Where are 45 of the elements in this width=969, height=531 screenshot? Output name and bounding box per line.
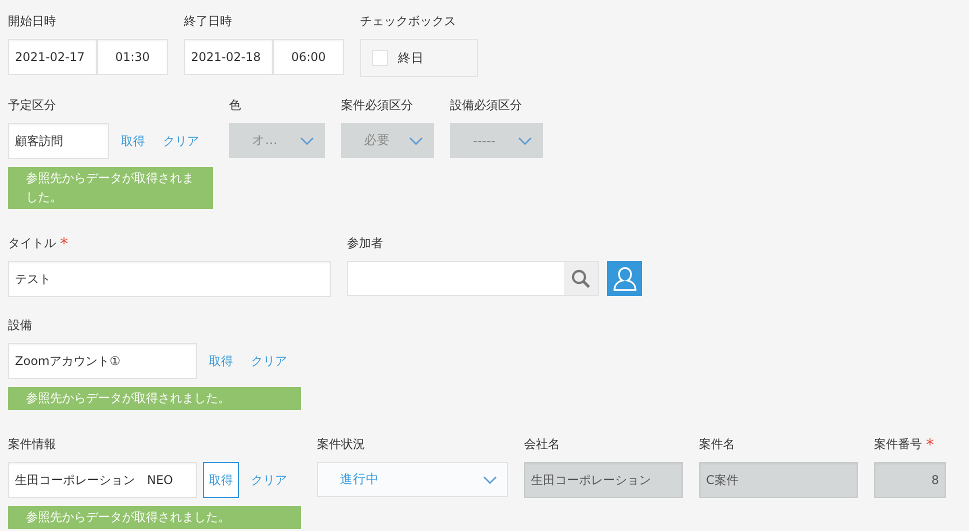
checkbox[interactable] <box>372 50 388 66</box>
lookup-field[interactable]: 生田コーポレーション NEO <box>8 462 197 498</box>
get-button[interactable]: 取得 <box>203 462 239 498</box>
field-label: 参加者 <box>347 234 383 252</box>
required-mark: * <box>926 434 934 454</box>
search-icon[interactable] <box>564 262 598 295</box>
clear-button[interactable]: クリア <box>157 123 205 159</box>
field-label: 終了日時 <box>184 12 232 30</box>
chevron-down-icon <box>409 136 423 144</box>
get-button[interactable]: 取得 <box>115 123 151 159</box>
lookup-field[interactable]: 顧客訪問 <box>8 123 109 159</box>
field-label: チェックボックス <box>360 12 456 30</box>
field-label: 案件状況 <box>317 436 365 452</box>
user-select-button[interactable] <box>607 261 642 296</box>
success-message: 参照先からデータが取得されました。 <box>8 167 213 209</box>
chevron-down-icon <box>518 136 532 144</box>
field-label: 設備必須区分 <box>450 96 522 114</box>
required-mark: * <box>60 234 68 252</box>
field-label: 開始日時 <box>8 12 56 30</box>
user-search-field[interactable] <box>347 261 599 296</box>
field-label: 色 <box>229 96 241 114</box>
time-field[interactable]: 06:00 <box>273 39 344 75</box>
text-field[interactable]: テスト <box>8 261 331 297</box>
success-message: 参照先からデータが取得されました。 <box>8 506 301 529</box>
time-field[interactable]: 01:30 <box>97 39 168 75</box>
date-field[interactable]: 2021-02-17 <box>8 39 97 75</box>
field-label: 案件番号 <box>874 436 922 452</box>
field-label: 案件必須区分 <box>341 96 413 114</box>
person-icon <box>612 266 636 292</box>
lookup-field[interactable]: Zoomアカウント① <box>8 343 197 379</box>
checkbox-label: 終日 <box>398 50 424 66</box>
field-label: 設備 <box>8 316 32 334</box>
chevron-down-icon <box>300 136 314 144</box>
field-label: 案件名 <box>699 436 735 452</box>
field-label: 予定区分 <box>8 96 56 114</box>
field-label: タイトル <box>8 234 56 252</box>
dropdown[interactable]: 進行中 <box>317 462 508 497</box>
date-field[interactable]: 2021-02-18 <box>184 39 273 75</box>
chevron-down-icon <box>483 476 497 484</box>
field-label: 会社名 <box>524 436 560 452</box>
clear-button[interactable]: クリア <box>245 462 293 498</box>
success-message: 参照先からデータが取得されました。 <box>8 387 301 410</box>
get-button[interactable]: 取得 <box>203 343 239 379</box>
field-label: 案件情報 <box>8 436 56 452</box>
clear-button[interactable]: クリア <box>245 343 293 379</box>
